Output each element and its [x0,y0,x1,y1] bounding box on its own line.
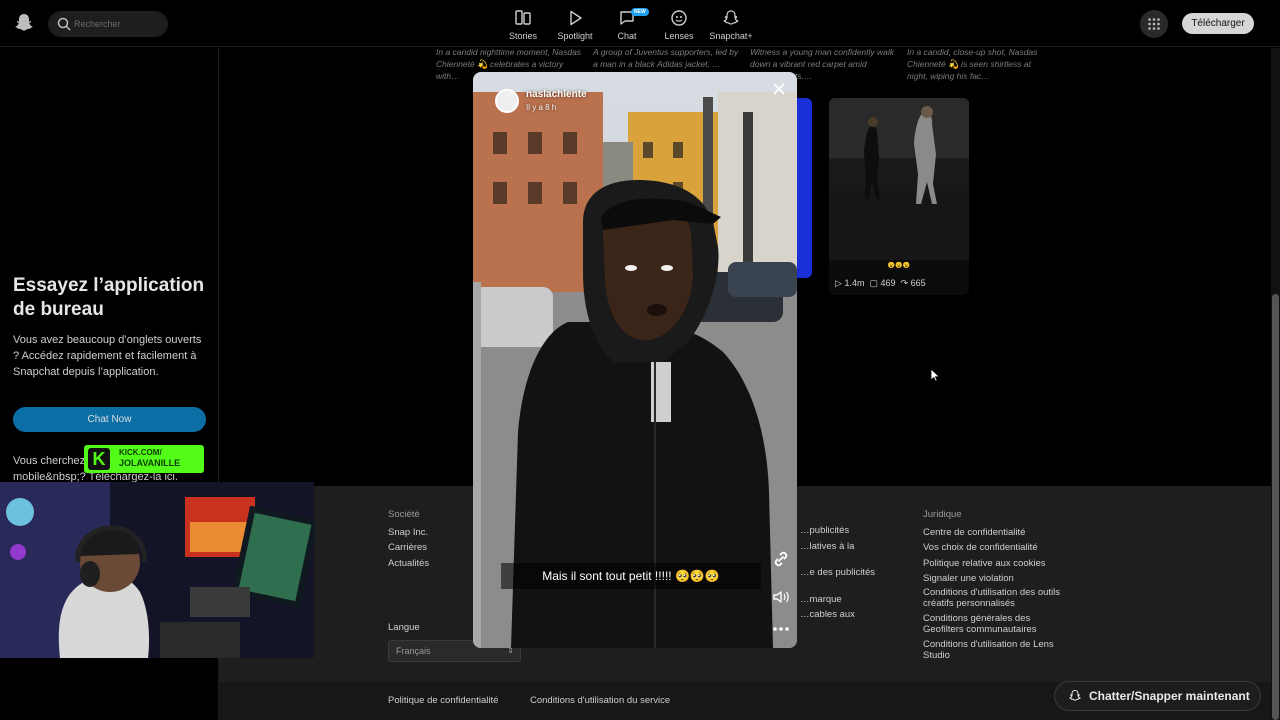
shares-icon: ↷ [900,278,909,288]
nav-chat-label: Chat [617,31,637,41]
kick-url-line1: KICK.COM/ [119,448,162,457]
footer-link[interactable]: Conditions d'utilisation des outils créa… [923,587,1063,609]
nav-stories[interactable]: Stories [493,8,553,44]
chat-now-button[interactable]: Chat Now [13,407,206,432]
spotlight-caption[interactable]: In a candid, close-up shot, Nasdas Chien… [907,46,1053,82]
views-icon: ▷ [835,278,842,288]
comments-count: 469 [880,278,896,288]
top-navigation-bar: Stories Spotlight NEW Chat Lenses Snapch… [0,0,1280,47]
views-count: 1.4m [844,278,865,288]
story-viewer-modal: naslachiente Il y a 8 h Mais il sont tou… [473,72,797,648]
footer-link[interactable]: Conditions d'utilisation de Lens Studio [923,639,1063,661]
stories-icon [515,10,531,25]
nav-stories-label: Stories [508,31,537,41]
kick-logo-icon: K [88,448,110,470]
scrollbar-thumb[interactable] [1272,294,1279,720]
promo-text: Vous avez beaucoup d’onglets ouverts ? A… [13,334,202,378]
volume-icon[interactable] [771,587,791,607]
ghost-icon [1069,689,1081,701]
footer-privacy-link[interactable]: Politique de confidentialité [388,695,498,706]
story-video-frame[interactable] [473,72,797,648]
shares-count: 665 [910,278,926,288]
footer-spacer [800,581,900,592]
streamer-webcam-overlay [0,482,314,658]
language-label: Langue [388,622,420,633]
page-scrollbar[interactable] [1271,48,1280,720]
story-avatar[interactable] [495,89,519,113]
footer-terms-link[interactable]: Conditions d'utilisation du service [530,695,670,706]
tile-stats: ▷ 1.4m ▢ 469 ↷ 665 [835,278,926,289]
snapchat-ghost-logo-icon[interactable] [14,12,34,34]
footer-link[interactable]: Politique relative aux cookies [923,556,1063,572]
kick-channel-badge: K KICK.COM/ JOLAVANILLE [84,445,204,473]
nav-snapchat-plus-label: Snapchat+ [709,31,753,41]
nav-chat[interactable]: NEW Chat [597,8,657,44]
spotlight-caption[interactable]: A group of Juventus supporters, led by a… [593,46,739,70]
language-select-value: Français [396,646,431,656]
link-icon[interactable] [771,549,791,569]
chat-snap-now-label: Chatter/Snapper maintenant [1089,689,1250,703]
reaction-emojis: 😮😮😮 [887,263,911,269]
footer-spacer [800,554,900,565]
new-badge: NEW [631,8,649,16]
footer-heading: Juridique [923,509,962,520]
spotlight-tile-partial[interactable] [796,98,812,278]
kick-url-line2: JOLAVANILLE [119,458,181,468]
play-icon [570,10,582,26]
promo-title: Essayez l’application de bureau [13,275,205,320]
chat-snap-now-button[interactable]: Chatter/Snapper maintenant [1054,681,1261,711]
search-input[interactable] [74,15,162,33]
lenses-icon [671,10,687,26]
footer-link[interactable]: …e des publicités [800,565,900,581]
footer-column-legal: Juridique Centre de confidentialité Vos … [923,507,1063,661]
footer-link[interactable]: …cables aux [800,607,900,623]
ghost-icon [723,10,739,25]
footer-link[interactable]: …latives à la [800,539,900,555]
footer-link[interactable]: …publicités [800,523,900,539]
footer-link[interactable]: …marque [800,592,900,608]
search-box[interactable] [48,11,168,37]
grid-icon [1148,18,1160,30]
comments-icon: ▢ [869,278,878,288]
spotlight-thumbnail [829,98,969,260]
download-button[interactable]: Télécharger [1182,13,1254,34]
mouse-cursor-icon [930,368,940,382]
nav-snapchat-plus[interactable]: Snapchat+ [701,8,761,44]
more-options-icon[interactable] [771,619,791,639]
apps-grid-button[interactable] [1140,10,1168,38]
nav-lenses-label: Lenses [664,31,694,41]
footer-link[interactable]: Centre de confidentialité [923,525,1063,541]
footer-column-ads: …publicités …latives à la …e des publici… [800,523,900,623]
footer-link[interactable]: Conditions générales des Geofilters comm… [923,613,1063,635]
story-username[interactable]: naslachiente [526,89,587,100]
nav-spotlight-label: Spotlight [557,31,593,41]
footer-link[interactable]: Signaler une violation [923,571,1063,587]
nav-lenses[interactable]: Lenses [649,8,709,44]
story-timestamp: Il y a 8 h [526,103,557,112]
spotlight-tile[interactable]: 😮😮😮 ▷ 1.4m ▢ 469 ↷ 665 [829,98,969,295]
nav-spotlight[interactable]: Spotlight [545,8,605,44]
close-icon[interactable] [772,82,786,96]
story-subtitle: Mais il sont tout petit !!!!! 🥺🥺🥺 [501,563,761,589]
search-icon [57,17,71,31]
footer-link[interactable]: Vos choix de confidentialité [923,540,1063,556]
